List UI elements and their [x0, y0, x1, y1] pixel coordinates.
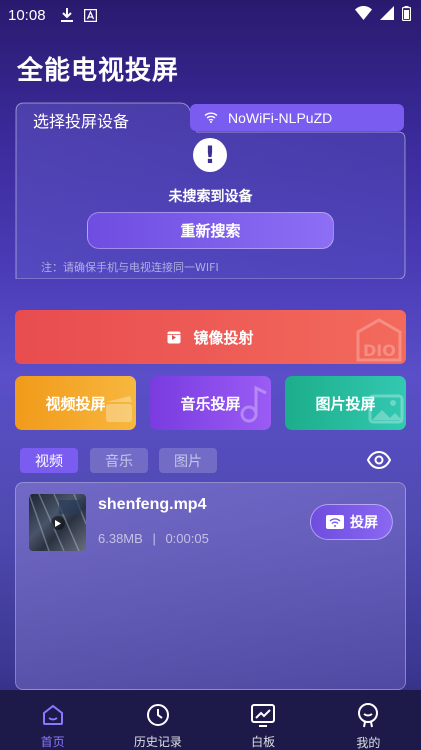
device-card: 选择投屏设备 NoWiFi-NLPuZD ! 未搜索到设备 重新搜索 注：请确保…: [15, 102, 406, 279]
wifi-network-chip[interactable]: NoWiFi-NLPuZD: [190, 104, 404, 131]
meta-separator: |: [152, 531, 156, 546]
app-notification-icon: [84, 8, 98, 22]
file-duration: 0:00:05: [165, 531, 209, 546]
video-thumbnail: [29, 494, 86, 551]
photo-cast-label: 图片投屏: [315, 394, 376, 413]
tab-music[interactable]: 音乐: [90, 448, 148, 473]
photo-cast-button[interactable]: 图片投屏: [285, 376, 406, 430]
nav-profile-label: 我的: [356, 736, 381, 750]
profile-icon: [356, 702, 380, 728]
wifi-icon: [204, 112, 218, 123]
video-cast-button[interactable]: 视频投屏: [15, 376, 136, 430]
file-list: shenfeng.mp4 6.38MB | 0:00:05 投屏: [15, 482, 406, 690]
cast-icon: [325, 514, 345, 530]
alert-icon: !: [193, 138, 227, 172]
file-name: shenfeng.mp4: [98, 496, 207, 513]
signal-icon: [380, 6, 394, 24]
home-icon: [41, 702, 65, 727]
cast-label: 投屏: [350, 515, 378, 531]
no-device-found-text: 未搜索到设备: [168, 189, 253, 205]
bottom-nav: 首页 历史记录 白板 我的: [0, 690, 421, 750]
file-size: 6.38MB: [98, 531, 143, 546]
wifi-name: NoWiFi-NLPuZD: [228, 109, 333, 126]
picture-icon: [368, 394, 404, 428]
nav-whiteboard-label: 白板: [251, 735, 276, 749]
mirror-cast-label: 镜像投射: [193, 328, 254, 347]
nav-history-label: 历史记录: [133, 735, 182, 749]
svg-text:DIO: DIO: [363, 341, 396, 360]
connection-note: 注：请确保手机与电视连接同一WIFI: [41, 261, 219, 274]
nav-home[interactable]: 首页: [0, 690, 105, 750]
status-bar: 10:08: [0, 0, 421, 30]
cast-button[interactable]: 投屏: [310, 504, 393, 540]
clock-icon: [146, 702, 170, 727]
download-icon: [60, 8, 74, 22]
nav-profile[interactable]: 我的: [316, 690, 421, 750]
tab-photo[interactable]: 图片: [159, 448, 217, 473]
tab-video[interactable]: 视频: [20, 448, 78, 473]
play-icon: [51, 516, 65, 530]
eye-icon[interactable]: [366, 450, 392, 474]
mirror-cast-button[interactable]: 镜像投射 DIO: [15, 310, 406, 364]
nav-home-label: 首页: [40, 735, 65, 749]
app-title: 全能电视投屏: [17, 56, 180, 86]
file-meta: 6.38MB | 0:00:05: [98, 531, 209, 546]
wifi-status-icon: [355, 6, 372, 24]
tv-decoration-icon: DIO: [356, 318, 402, 364]
play-screen-icon: [167, 331, 181, 344]
music-cast-label: 音乐投屏: [180, 394, 241, 413]
select-device-label: 选择投屏设备: [33, 112, 130, 131]
battery-icon: [401, 5, 412, 25]
nav-whiteboard[interactable]: 白板: [211, 690, 316, 750]
chart-board-icon: [250, 702, 276, 727]
nav-history[interactable]: 历史记录: [105, 690, 210, 750]
music-note-icon: [239, 384, 269, 428]
video-cast-label: 视频投屏: [45, 394, 106, 413]
music-cast-button[interactable]: 音乐投屏: [150, 376, 271, 430]
clapper-icon: [104, 394, 134, 428]
status-time: 10:08: [8, 6, 46, 24]
research-button[interactable]: 重新搜索: [87, 212, 334, 249]
